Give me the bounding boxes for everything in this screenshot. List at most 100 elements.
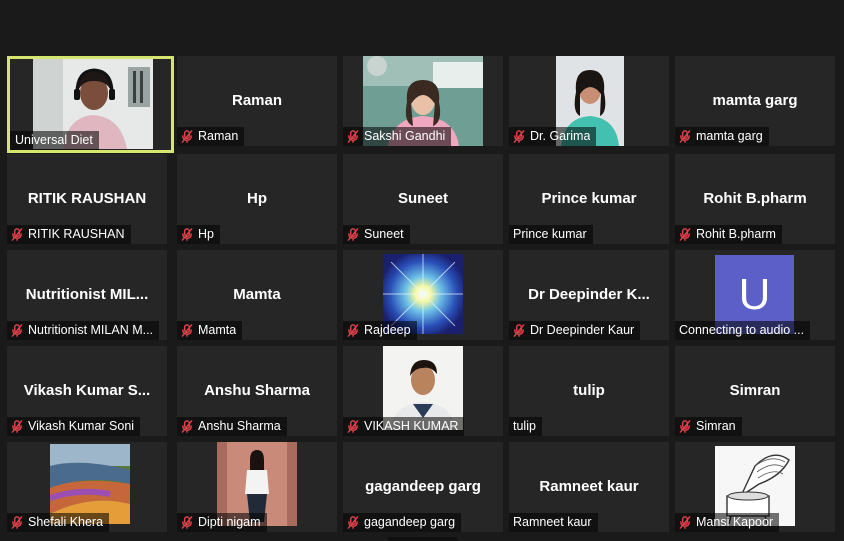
participant-display-name: mamta garg [712,92,798,109]
participant-name-label: RITIK RAUSHAN [7,225,131,244]
microphone-muted-icon [11,516,23,529]
participant-display-name: Dr Deepinder K... [528,286,650,303]
participant-name-label: Prince kumar [509,225,593,244]
participant-name: Dipti nigam [198,515,261,529]
participant-tile[interactable]: mamta garg mamta garg [675,56,835,146]
participant-tile[interactable]: Vikash Kumar S... Vikash Kumar Soni [7,346,167,436]
participant-tile[interactable]: Sakshi Gandhi [343,56,503,146]
participant-name-label: Dr Deepinder Kaur [509,321,641,340]
participant-tile[interactable]: Rohit B.pharm Rohit B.pharm [675,154,835,244]
participant-name: RITIK RAUSHAN [28,227,125,241]
participant-name: Connecting to audio ... [679,323,805,337]
participant-name-label: Universal Diet [10,131,99,150]
participant-display-name: Vikash Kumar S... [23,382,151,399]
bottom-edge-bar [388,537,458,541]
participant-tile[interactable]: Simran Simran [675,346,835,436]
participant-tile[interactable]: Ramneet kaur Ramneet kaur [509,442,669,532]
microphone-muted-icon [11,420,23,433]
participant-name-label: VIKASH KUMAR [343,417,465,436]
participant-name: Shefali Khera [28,515,104,529]
microphone-muted-icon [513,324,525,337]
participant-name-label: Vikash Kumar Soni [7,417,141,436]
microphone-muted-icon [679,516,691,529]
participant-tile[interactable]: Rajdeep [343,250,503,340]
participant-tile[interactable]: Dipti nigam [177,442,337,532]
participant-name-label: Simran [675,417,742,436]
participant-tile[interactable]: Anshu Sharma Anshu Sharma [177,346,337,436]
participant-name: Dr Deepinder Kaur [530,323,635,337]
participant-tile[interactable]: Prince kumar Prince kumar [509,154,669,244]
participant-name-label: Connecting to audio ... [675,321,811,340]
participant-name-label: Dr. Garima [509,127,597,146]
participant-tile[interactable]: RITIK RAUSHAN RITIK RAUSHAN [7,154,167,244]
participant-name-label: Shefali Khera [7,513,110,532]
microphone-muted-icon [679,228,691,241]
microphone-muted-icon [181,130,193,143]
participant-tile[interactable]: Universal Diet [7,56,174,153]
microphone-muted-icon [347,130,359,143]
microphone-muted-icon [11,228,23,241]
participant-name-label: Rohit B.pharm [675,225,782,244]
participant-tile[interactable]: VIKASH KUMAR [343,346,503,436]
participant-name: Anshu Sharma [198,419,281,433]
participant-tile[interactable]: Suneet Suneet [343,154,503,244]
participant-display-name: tulip [573,382,605,399]
participant-display-name: gagandeep garg [365,478,481,495]
participant-name-label: Dipti nigam [177,513,267,532]
participant-display-name: Prince kumar [541,190,637,207]
microphone-muted-icon [679,130,691,143]
participant-tile[interactable]: Mansi Kapoor [675,442,835,532]
microphone-muted-icon [513,130,525,143]
participant-name-label: Hp [177,225,220,244]
participant-tile[interactable]: Dr. Garima [509,56,669,146]
participant-name: Mansi Kapoor [696,515,774,529]
participant-name: Rohit B.pharm [696,227,776,241]
participant-name-label: Raman [177,127,245,146]
participant-tile[interactable]: gagandeep garg gagandeep garg [343,442,503,532]
microphone-muted-icon [181,516,193,529]
participant-name-label: Nutritionist MILAN M... [7,321,160,340]
participant-name-label: tulip [509,417,542,436]
microphone-muted-icon [181,324,193,337]
participant-name: mamta garg [696,129,763,143]
microphone-muted-icon [11,324,23,337]
participant-name: Suneet [364,227,404,241]
participant-name: gagandeep garg [364,515,456,529]
participant-tile[interactable]: Shefali Khera [7,442,167,532]
participant-tile[interactable]: Nutritionist MIL... Nutritionist MILAN M.… [7,250,167,340]
participant-display-name: Hp [247,190,267,207]
participant-name: VIKASH KUMAR [364,419,459,433]
microphone-muted-icon [347,516,359,529]
participant-tile[interactable]: tulip tulip [509,346,669,436]
participant-tile[interactable]: Hp Hp [177,154,337,244]
microphone-muted-icon [181,228,193,241]
participant-name-label: Ramneet kaur [509,513,598,532]
participant-name: Ramneet kaur [513,515,592,529]
participant-name: Dr. Garima [530,129,591,143]
participant-name-label: Anshu Sharma [177,417,287,436]
participant-name: Raman [198,129,239,143]
participant-name-label: Mansi Kapoor [675,513,780,532]
participant-tile[interactable]: Dr Deepinder K... Dr Deepinder Kaur [509,250,669,340]
participant-name-label: Rajdeep [343,321,417,340]
microphone-muted-icon [347,420,359,433]
participant-display-name: Raman [231,92,283,109]
participant-display-name: Rohit B.pharm [703,190,807,207]
participant-display-name: Nutritionist MIL... [25,286,149,303]
participant-display-name: Mamta [233,286,281,303]
participant-name-label: Sakshi Gandhi [343,127,452,146]
participant-name: Nutritionist MILAN M... [28,323,154,337]
participant-name-label: Mamta [177,321,243,340]
participant-video [50,444,130,524]
participant-name: Universal Diet [15,133,93,147]
participant-name: Rajdeep [364,323,411,337]
participant-tile[interactable]: U Connecting to audio ... [675,250,835,340]
participant-name-label: gagandeep garg [343,513,462,532]
microphone-muted-icon [181,420,193,433]
participant-display-name: Simran [729,382,781,399]
participant-tile[interactable]: Raman Raman [177,56,337,146]
participant-tile[interactable]: Mamta Mamta [177,250,337,340]
participant-name-label: Suneet [343,225,410,244]
participant-name: Sakshi Gandhi [364,129,446,143]
participant-name: Simran [696,419,736,433]
